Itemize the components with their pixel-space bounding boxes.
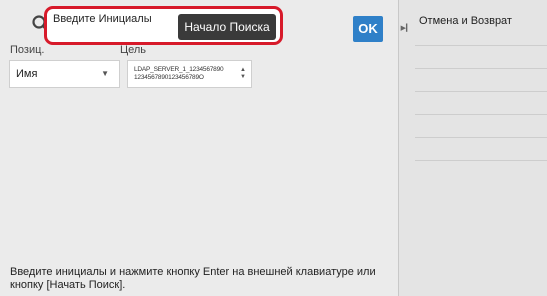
ok-button[interactable]: OK (353, 16, 383, 42)
server-value-line1: LDAP_SERVER_1_1234567890 (134, 66, 224, 73)
action-list-item[interactable] (415, 46, 547, 69)
action-list-item[interactable] (415, 92, 547, 115)
action-list: Отмена и Возврат (415, 10, 547, 161)
up-down-icon: ▲ ▼ (240, 67, 246, 80)
search-input[interactable]: Введите Инициалы (53, 13, 171, 41)
address-search-panel: Позиц. Цель Введите Инициалы Начало Поис… (0, 0, 398, 296)
server-value-line2: 1234567890123456789O (134, 74, 204, 81)
action-list-item[interactable] (415, 138, 547, 161)
search-field-value: Имя (16, 68, 38, 80)
search-field-select[interactable]: Имя ▼ (9, 60, 120, 88)
action-list-item[interactable] (415, 115, 547, 138)
server-select[interactable]: LDAP_SERVER_1_1234567890 1234567890123456… (127, 60, 252, 88)
server-value: LDAP_SERVER_1_1234567890 1234567890123456… (134, 66, 238, 82)
collapse-arrow-icon[interactable]: ▶▎ (398, 14, 414, 44)
position-column-label: Позиц. (10, 44, 45, 56)
cancel-and-return-item[interactable]: Отмена и Возврат (415, 10, 547, 46)
instruction-text: Введите инициалы и нажмите кнопку Enter … (10, 266, 376, 291)
start-search-button[interactable]: Начало Поиска (178, 14, 276, 40)
chevron-down-icon: ▼ (101, 69, 109, 78)
target-column-label: Цель (120, 44, 147, 56)
action-list-item[interactable] (415, 69, 547, 92)
